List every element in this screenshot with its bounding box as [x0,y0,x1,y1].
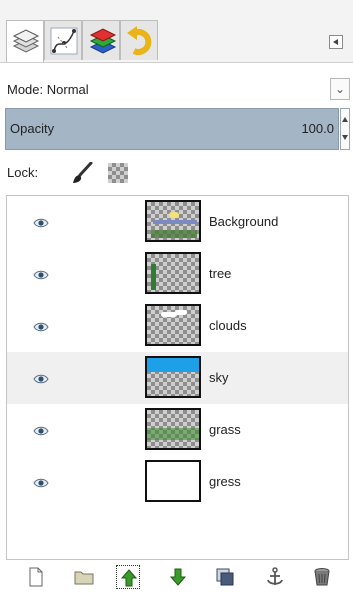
layer-name[interactable]: gress [209,474,241,489]
layer-row[interactable]: clouds [7,300,348,352]
top-band [0,0,353,14]
eye-icon[interactable] [33,268,49,283]
layer-thumbnail [145,460,201,502]
tab-undo-history[interactable] [120,20,158,60]
layer-name[interactable]: grass [209,422,241,437]
layer-row[interactable]: tree [7,248,348,300]
eye-icon[interactable] [33,372,49,387]
layer-thumbnail [145,356,201,398]
eye-icon[interactable] [33,476,49,491]
new-layer-group-button[interactable] [72,565,96,589]
layer-thumbnail [145,408,201,450]
opacity-value: 100.0 [301,121,334,136]
layer-name[interactable]: tree [209,266,231,281]
lock-label: Lock: [7,165,39,180]
duplicate-layer-button[interactable] [213,565,237,589]
eye-icon[interactable] [33,216,49,231]
layer-name[interactable]: clouds [209,318,247,333]
layer-row[interactable]: sky [7,352,348,404]
opacity-spinner[interactable] [340,108,350,150]
dock-tabbar [0,14,353,63]
paths-icon [50,27,78,55]
lock-pixels-toggle[interactable] [71,161,95,187]
eye-icon[interactable] [33,320,49,335]
spin-down-icon[interactable] [342,135,348,140]
layer-row[interactable]: Background [7,196,348,248]
raise-layer-button[interactable] [116,565,140,589]
layer-row[interactable]: gress [7,456,348,508]
layer-name[interactable]: Background [209,214,278,229]
tab-menu-button[interactable] [329,35,343,49]
layers-toolbar [6,562,349,592]
layer-name[interactable]: sky [209,370,229,385]
lower-layer-button[interactable] [166,565,190,589]
eye-icon[interactable] [33,424,49,439]
channels-icon [89,28,117,54]
undo-history-icon [127,26,152,55]
anchor-layer-button[interactable] [263,565,287,589]
paintbrush-icon [73,161,93,183]
tab-channels[interactable] [82,20,120,60]
tab-layers[interactable] [6,20,44,62]
mode-dropdown-button[interactable]: ⌄ [330,78,350,100]
opacity-scale[interactable]: Opacity 100.0 [5,108,339,150]
layers-list[interactable]: Background tree clouds sky grass gress [6,195,349,560]
layer-thumbnail [145,252,201,294]
tab-paths[interactable] [44,20,82,60]
opacity-label: Opacity [10,121,55,136]
mode-select-label: Mode: Normal [7,82,89,97]
layer-thumbnail [145,304,201,346]
delete-layer-button[interactable] [310,565,334,589]
chevron-down-icon: ⌄ [334,82,346,96]
new-layer-button[interactable] [24,565,48,589]
layers-icon [12,29,40,53]
layer-thumbnail [145,200,201,242]
spin-up-icon[interactable] [342,117,348,122]
layer-row[interactable]: grass [7,404,348,456]
lock-alpha-toggle[interactable] [108,163,128,183]
